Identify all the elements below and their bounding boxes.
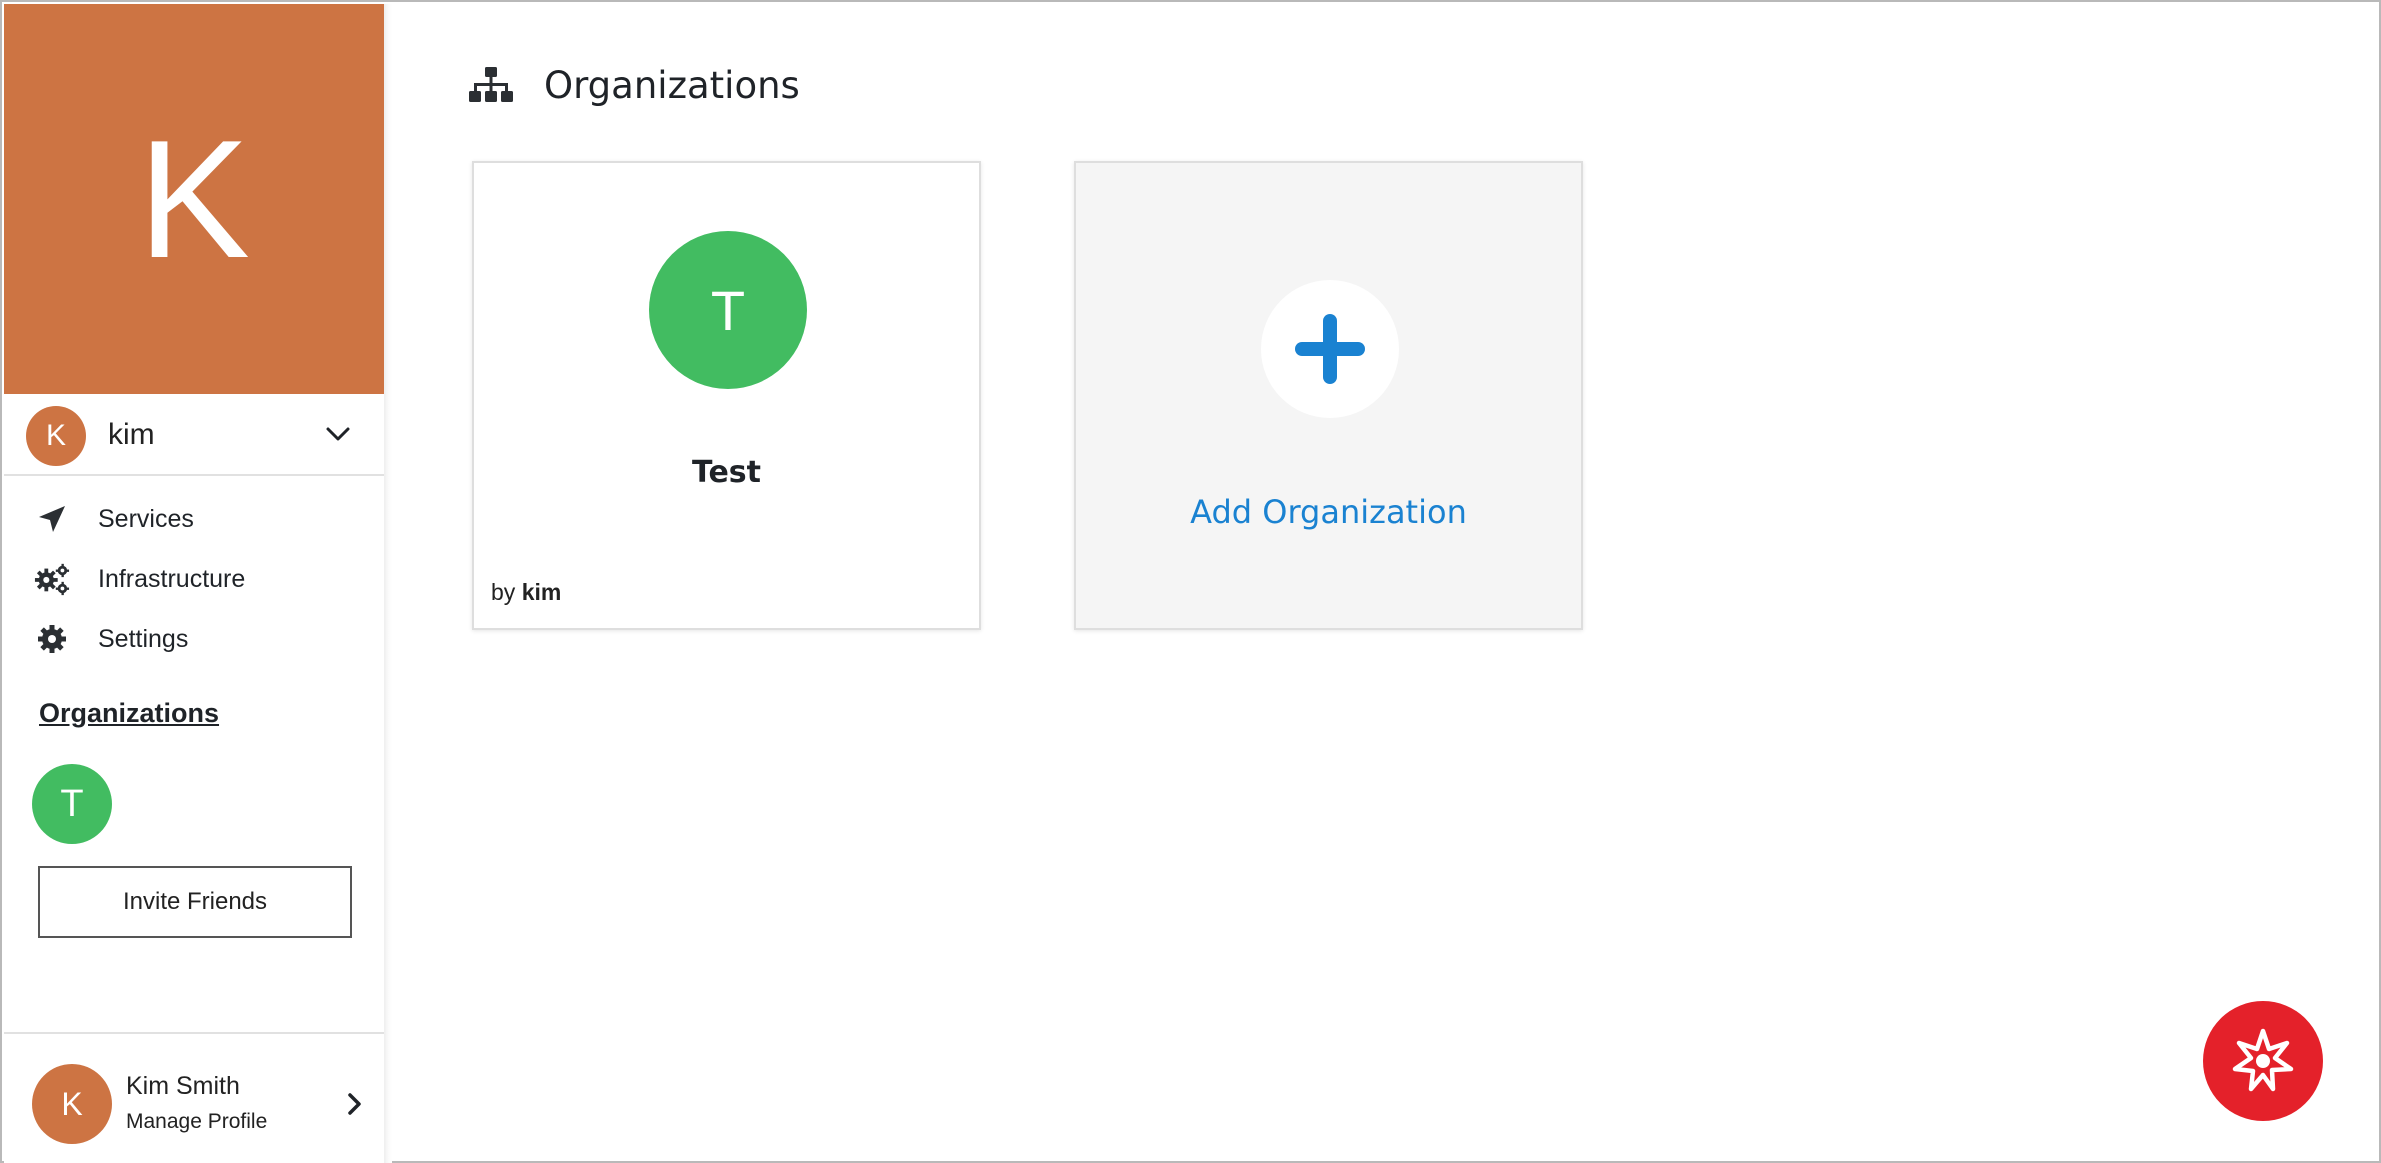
- nav-item-infrastructure[interactable]: Infrastructure: [34, 554, 364, 604]
- gears-icon: [34, 561, 70, 597]
- organizations-link[interactable]: Organizations: [39, 698, 219, 729]
- hero-initial: K: [137, 104, 251, 293]
- profile-avatar: K: [32, 1064, 112, 1144]
- nav-item-services[interactable]: Services: [34, 494, 364, 544]
- org-mini-avatar[interactable]: T: [32, 764, 112, 844]
- org-card-test[interactable]: T Test by kim: [472, 161, 981, 630]
- org-owner-line: by kim: [491, 579, 561, 606]
- nav-label-services: Services: [98, 504, 194, 533]
- org-owner-name: kim: [521, 579, 562, 605]
- nav-label-infrastructure: Infrastructure: [98, 564, 246, 593]
- invite-friends-button[interactable]: Invite Friends: [38, 866, 352, 938]
- manage-profile-link[interactable]: Manage Profile: [126, 1110, 267, 1134]
- page-header: Organizations: [468, 60, 800, 110]
- org-avatar: T: [649, 231, 807, 389]
- user-name: kim: [108, 418, 155, 451]
- page-title: Organizations: [544, 63, 800, 107]
- profile-row[interactable]: K Kim Smith Manage Profile: [4, 1032, 384, 1163]
- chevron-down-icon[interactable]: [324, 420, 352, 448]
- nav-item-settings[interactable]: Settings: [34, 614, 364, 664]
- support-chat-icon: [2232, 1028, 2294, 1092]
- org-owner-prefix: by: [491, 579, 516, 605]
- user-hero-avatar: K: [4, 4, 384, 394]
- sitemap-icon: [469, 67, 513, 102]
- chevron-right-icon[interactable]: [344, 1090, 366, 1118]
- org-name: Test: [691, 455, 762, 490]
- support-chat-button[interactable]: [2203, 1001, 2323, 1121]
- profile-name: Kim Smith: [126, 1072, 240, 1100]
- add-organization-label: Add Organization: [1190, 493, 1467, 531]
- gear-icon: [34, 621, 70, 657]
- user-mini-avatar: K: [26, 406, 86, 466]
- sidebar-divider: [384, 4, 392, 1163]
- user-switcher[interactable]: K kim: [4, 394, 384, 476]
- nav-label-settings: Settings: [98, 624, 189, 653]
- paper-plane-icon: [34, 501, 70, 537]
- plus-icon: [1261, 280, 1399, 418]
- add-organization-card[interactable]: Add Organization: [1074, 161, 1583, 630]
- app-frame: K K kim Services Infrastructure Settings…: [0, 0, 2381, 1163]
- sidebar: K K kim Services Infrastructure Settings…: [4, 4, 384, 1163]
